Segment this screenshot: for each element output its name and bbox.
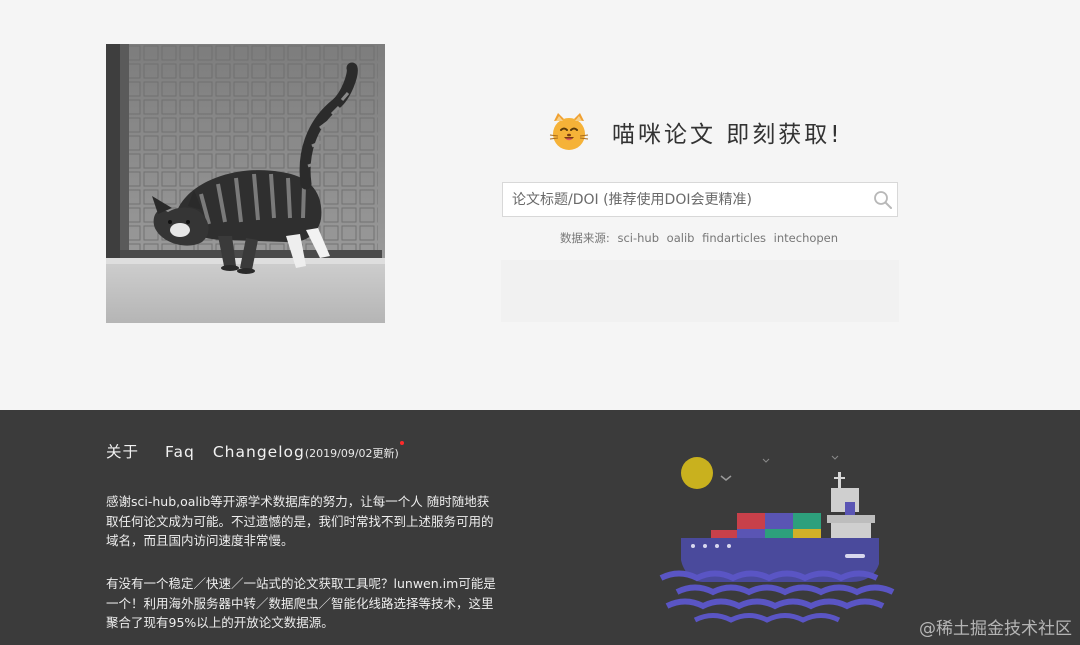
source-link-intechopen[interactable]: intechopen [774,231,838,245]
nav-about-link[interactable]: 关于 [106,440,139,462]
result-panel [501,260,899,322]
intro-paragraph: 感谢sci-hub,oalib等开源学术数据库的努力，让每一个人 随时随地获取任… [106,494,494,548]
cargo-ship-illustration [659,455,895,623]
watermark: @稀土掘金技术社区 [919,619,1072,639]
changelog-date: (2019/09/02更新) [304,447,399,460]
nav-changelog-label: Changelog [212,443,305,461]
search-box [502,182,898,217]
search-icon[interactable] [873,190,893,210]
cat-photo [106,44,385,323]
description-paragraph: 有没有一个稳定／快速／一站式的论文获取工具呢？lunwen.im可能是一个！利用… [106,576,496,630]
brand-row: 喵咪论文 即刻获取! [548,110,843,154]
hero-section: 喵咪论文 即刻获取! 数据来源: sci-hub oalib findartic… [0,0,1080,410]
footer: 关于 Faq Changelog(2019/09/02更新) 感谢sci-hub… [0,410,1080,645]
page-title: 喵咪论文 即刻获取! [612,122,843,148]
data-sources: 数据来源: sci-hub oalib findarticles intecho… [502,230,896,246]
data-sources-label: 数据来源: [559,231,610,245]
search-input[interactable] [503,183,867,216]
new-update-dot [399,441,404,445]
footer-nav: 关于 Faq Changelog(2019/09/02更新) [106,440,404,462]
cat-photo-image [106,44,385,323]
nav-changelog-link[interactable]: Changelog(2019/09/02更新) [213,443,399,461]
nav-faq-link[interactable]: Faq [165,443,195,461]
source-link-findarticles[interactable]: findarticles [702,231,766,245]
sun-illustration [681,457,713,489]
source-link-scihub[interactable]: sci-hub [617,231,659,245]
source-link-oalib[interactable]: oalib [667,231,695,245]
cat-face-icon [549,113,589,150]
